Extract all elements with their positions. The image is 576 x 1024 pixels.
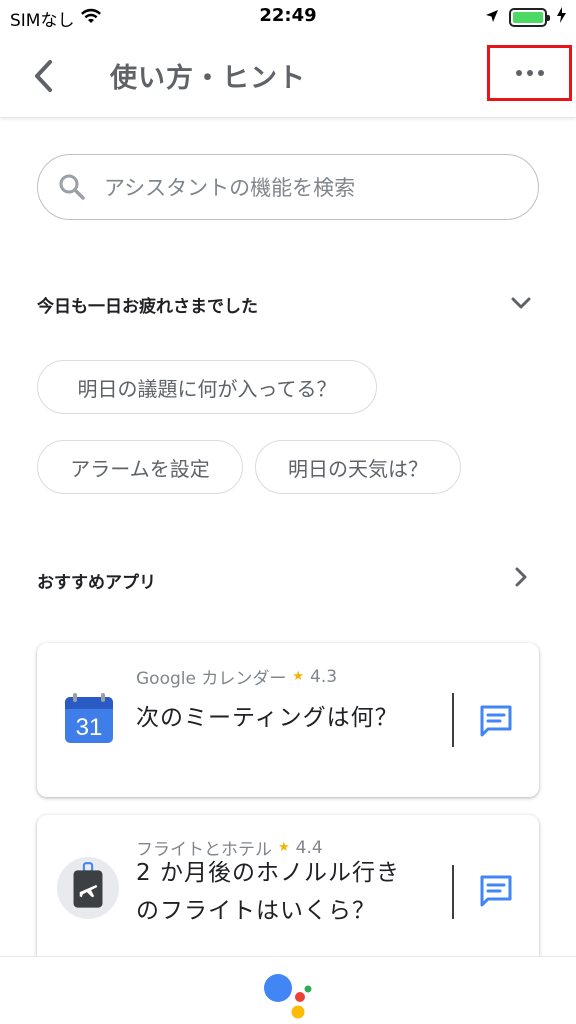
card-divider bbox=[452, 693, 454, 747]
card-divider bbox=[452, 865, 454, 919]
google-assistant-icon[interactable] bbox=[262, 969, 318, 1019]
expand-chevron-button[interactable] bbox=[508, 290, 534, 316]
page-title: 使い方・ヒント bbox=[110, 63, 306, 94]
app-card-flights[interactable]: フライトとホテル ★ 4.4 2 か月後のホノルル行き のフライトはいくら？ bbox=[37, 815, 539, 975]
card-query: 次のミーティングは何？ bbox=[136, 705, 399, 731]
card-query-line-2: のフライトはいくら？ bbox=[136, 898, 376, 924]
recommended-apps-title: おすすめアプリ bbox=[37, 573, 156, 593]
more-dots-icon bbox=[515, 70, 522, 76]
location-arrow-icon bbox=[485, 8, 499, 27]
card-query-line-1: 2 か月後のホノルル行き bbox=[136, 860, 400, 886]
star-icon: ★ bbox=[278, 840, 290, 855]
star-icon: ★ bbox=[292, 669, 305, 684]
search-input[interactable]: アシスタントの機能を検索 bbox=[37, 154, 539, 220]
app-card-calendar[interactable]: 31 Google カレンダー ★ 4.3 次のミーティングは何？ bbox=[37, 643, 539, 797]
flight-bag-icon bbox=[57, 857, 119, 919]
bottom-bar bbox=[0, 956, 576, 1024]
calendar-date-text: 31 bbox=[76, 714, 103, 741]
more-options-button[interactable] bbox=[487, 45, 572, 101]
greeting-section-title: 今日も一日お疲れさまでした bbox=[37, 297, 258, 317]
suggestion-chip-agenda[interactable]: 明日の議題に何が入ってる？ bbox=[37, 360, 377, 414]
back-button[interactable] bbox=[22, 54, 66, 98]
chevron-down-icon bbox=[511, 297, 531, 309]
chat-bubble-icon[interactable] bbox=[478, 703, 514, 739]
suggestion-chip-weather[interactable]: 明日の天気は？ bbox=[255, 440, 461, 494]
search-icon bbox=[59, 174, 85, 200]
charging-bolt-icon bbox=[557, 7, 566, 27]
suggestion-chip-alarm[interactable]: アラームを設定 bbox=[37, 440, 243, 494]
app-rating: 4.3 bbox=[310, 666, 338, 687]
google-calendar-icon: 31 bbox=[65, 693, 113, 743]
app-name: Google カレンダー bbox=[136, 669, 287, 689]
card-meta: Google カレンダー ★ 4.3 bbox=[136, 664, 338, 690]
app-bar: 使い方・ヒント bbox=[0, 34, 576, 118]
chevron-right-icon bbox=[515, 567, 527, 587]
search-placeholder: アシスタントの機能を検索 bbox=[104, 176, 356, 200]
see-all-apps-button[interactable] bbox=[508, 564, 534, 590]
status-bar: SIMなし 22:49 bbox=[0, 0, 576, 34]
back-arrow-icon bbox=[35, 60, 52, 92]
status-right bbox=[485, 7, 566, 27]
chat-bubble-icon[interactable] bbox=[478, 873, 514, 909]
battery-icon bbox=[509, 7, 550, 27]
